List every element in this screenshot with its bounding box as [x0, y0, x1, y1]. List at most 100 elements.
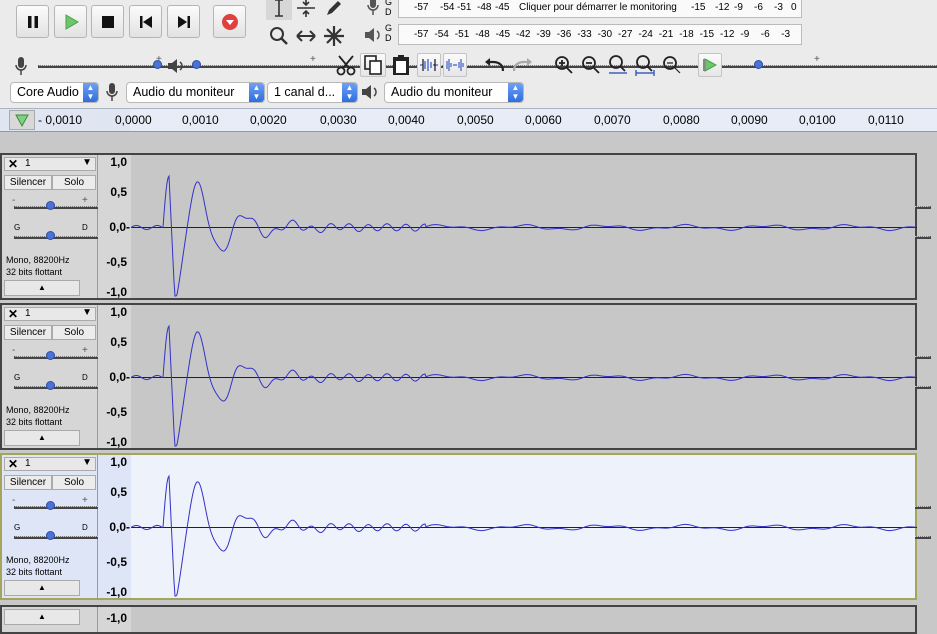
- waveform-area[interactable]: [131, 305, 917, 448]
- ruler-tick-label: 0,0110: [868, 113, 904, 127]
- playback-meter-speaker-icon[interactable]: [360, 23, 386, 47]
- undo-button[interactable]: [482, 53, 508, 77]
- record-button[interactable]: [213, 5, 246, 38]
- chevron-up-icon: ▲: [38, 433, 46, 442]
- track-name[interactable]: 1: [25, 308, 31, 319]
- audio-track[interactable]: ✕ 1 ▼ Silencer Solo + - G D Mono, 88200Hz…: [0, 453, 931, 600]
- track-header[interactable]: ✕ 1 ▼: [4, 157, 96, 171]
- audio-track[interactable]: ✕ 1 ▼ Silencer Solo + - G D Mono, 88200Hz…: [0, 303, 931, 450]
- paste-button[interactable]: [388, 53, 414, 77]
- stop-button[interactable]: [91, 5, 124, 38]
- track-header[interactable]: ✕ 1 ▼: [4, 457, 96, 471]
- mute-button[interactable]: Silencer: [4, 325, 52, 340]
- playback-device-select[interactable]: Audio du moniteur ▲ ▼: [384, 82, 524, 103]
- zoom-in-button[interactable]: [551, 53, 577, 77]
- timeline-ruler[interactable]: - 0,0010 0,0000 0,0010 0,0020 0,0030 0,0040 0,…: [0, 108, 937, 132]
- silence-button[interactable]: [443, 53, 467, 77]
- vertical-ruler[interactable]: -1,0: [98, 607, 131, 632]
- track-control-panel[interactable]: ✕ 1 ▼ Silencer Solo + - G D Mono, 88200Hz…: [2, 305, 931, 448]
- multi-tool[interactable]: [321, 24, 347, 48]
- playback-volume-slider[interactable]: +: [192, 54, 937, 76]
- trim-button[interactable]: [417, 53, 441, 77]
- close-track-icon[interactable]: ✕: [8, 157, 18, 171]
- collapse-track-button[interactable]: ▲: [4, 580, 80, 596]
- solo-button[interactable]: Solo: [52, 475, 96, 490]
- waveform-path: [131, 474, 916, 597]
- bit-depth-label: 32 bits flottant: [6, 567, 63, 577]
- pause-button[interactable]: [16, 5, 49, 38]
- timeshift-tool[interactable]: [293, 24, 319, 48]
- gain-slider[interactable]: + -: [12, 195, 931, 217]
- selection-tool[interactable]: [266, 0, 292, 20]
- copy-button[interactable]: [360, 53, 386, 77]
- track-name[interactable]: 1: [25, 458, 31, 469]
- envelope-tool[interactable]: [293, 0, 319, 20]
- track-menu-chevron-down-icon[interactable]: ▼: [82, 307, 92, 318]
- meter-tick: -24: [638, 29, 653, 40]
- audio-track[interactable]: ✕ 1 ▼ Silencer Solo + - G D Mono, 88200Hz…: [0, 153, 931, 300]
- cut-button[interactable]: [333, 53, 359, 77]
- collapse-track-button[interactable]: ▲: [4, 430, 80, 446]
- waveform: [131, 324, 917, 447]
- ruler-tick-label: 0,0020: [250, 113, 287, 127]
- track-header[interactable]: ✕ 1 ▼: [4, 307, 96, 321]
- meter-tick: -15: [699, 29, 715, 40]
- chevron-up-icon: ▲: [38, 583, 46, 592]
- close-track-icon[interactable]: ✕: [8, 457, 18, 471]
- track-menu-chevron-down-icon[interactable]: ▼: [82, 457, 92, 468]
- playback-meter[interactable]: -57 -54 -51 -48 -45 -42 -39 -36 -33 -30 -27 -24 -21-…: [398, 24, 802, 45]
- waveform-area[interactable]: [131, 607, 915, 632]
- recording-volume-slider[interactable]: +: [38, 54, 937, 76]
- gain-slider[interactable]: + -: [12, 495, 931, 517]
- recording-channels-select[interactable]: 1 canal d... ▲ ▼: [267, 82, 358, 103]
- audio-track-partial[interactable]: ▲ -1,0: [0, 605, 917, 634]
- meter-tick: 0: [791, 2, 797, 13]
- play-at-speed-button[interactable]: [698, 53, 722, 77]
- record-meter-mic-icon[interactable]: [360, 0, 386, 18]
- monitoring-hint[interactable]: Cliquer pour démarrer le monitoring: [519, 2, 677, 13]
- mute-button[interactable]: Silencer: [4, 475, 52, 490]
- audio-host-select[interactable]: Core Audio ▲ ▼: [10, 82, 99, 103]
- pan-slider[interactable]: [14, 227, 931, 247]
- gain-slider[interactable]: + -: [12, 345, 931, 367]
- track-control-panel[interactable]: ▲: [2, 607, 98, 632]
- track-menu-chevron-down-icon[interactable]: ▼: [82, 157, 92, 168]
- vertical-ruler[interactable]: 1,0 0,5 0,0- -0,5 -1,0: [98, 305, 131, 449]
- collapse-track-button[interactable]: ▲: [4, 609, 80, 625]
- track-control-panel[interactable]: ✕ 1 ▼ Silencer Solo + - G D Mono, 88200Hz…: [2, 155, 931, 298]
- play-head-triangle-icon: [15, 114, 29, 128]
- meter-tick: -6: [754, 2, 763, 13]
- vertical-ruler[interactable]: 1,0 0,5 0,0- -0,5 -1,0: [98, 455, 131, 599]
- fit-project-button[interactable]: [632, 53, 658, 77]
- record-meter[interactable]: -57 -54 -51 -48 -45 Cliquer pour démarrer le …: [398, 0, 802, 18]
- skip-to-start-button[interactable]: [129, 5, 162, 38]
- waveform-area[interactable]: [131, 155, 917, 298]
- vertical-ruler[interactable]: 1,0 0,5 0,0- -0,5 -1,0: [98, 155, 131, 299]
- waveform-area[interactable]: [131, 455, 917, 598]
- zoom-toggle-button[interactable]: [659, 53, 685, 77]
- track-format-info: Mono, 88200Hz 32 bits flottant: [6, 554, 70, 578]
- skip-to-end-button[interactable]: [167, 5, 200, 38]
- play-button[interactable]: [54, 5, 87, 38]
- redo-button[interactable]: [509, 53, 535, 77]
- draw-tool[interactable]: [321, 0, 347, 20]
- solo-button[interactable]: Solo: [52, 325, 96, 340]
- track-control-panel[interactable]: ✕ 1 ▼ Silencer Solo + - G D Mono, 88200Hz…: [2, 455, 931, 598]
- pan-slider[interactable]: [14, 527, 931, 547]
- track-format-info: Mono, 88200Hz 32 bits flottant: [6, 404, 70, 428]
- meter-tick: -36: [556, 29, 572, 40]
- pan-slider[interactable]: [14, 377, 931, 397]
- meter-tick: -9: [734, 2, 743, 13]
- collapse-track-button[interactable]: ▲: [4, 280, 80, 296]
- play-at-speed-slider[interactable]: +: [728, 54, 937, 76]
- pinned-play-head-button[interactable]: [9, 110, 35, 130]
- mute-button[interactable]: Silencer: [4, 175, 52, 190]
- fit-selection-button[interactable]: [605, 53, 631, 77]
- track-name[interactable]: 1: [25, 158, 31, 169]
- zoom-out-button[interactable]: [578, 53, 604, 77]
- ruler-tick-label: 0,0050: [457, 113, 494, 127]
- zoom-tool[interactable]: [266, 24, 292, 48]
- close-track-icon[interactable]: ✕: [8, 307, 18, 321]
- recording-device-select[interactable]: Audio du moniteur ▲ ▼: [126, 82, 265, 103]
- solo-button[interactable]: Solo: [52, 175, 96, 190]
